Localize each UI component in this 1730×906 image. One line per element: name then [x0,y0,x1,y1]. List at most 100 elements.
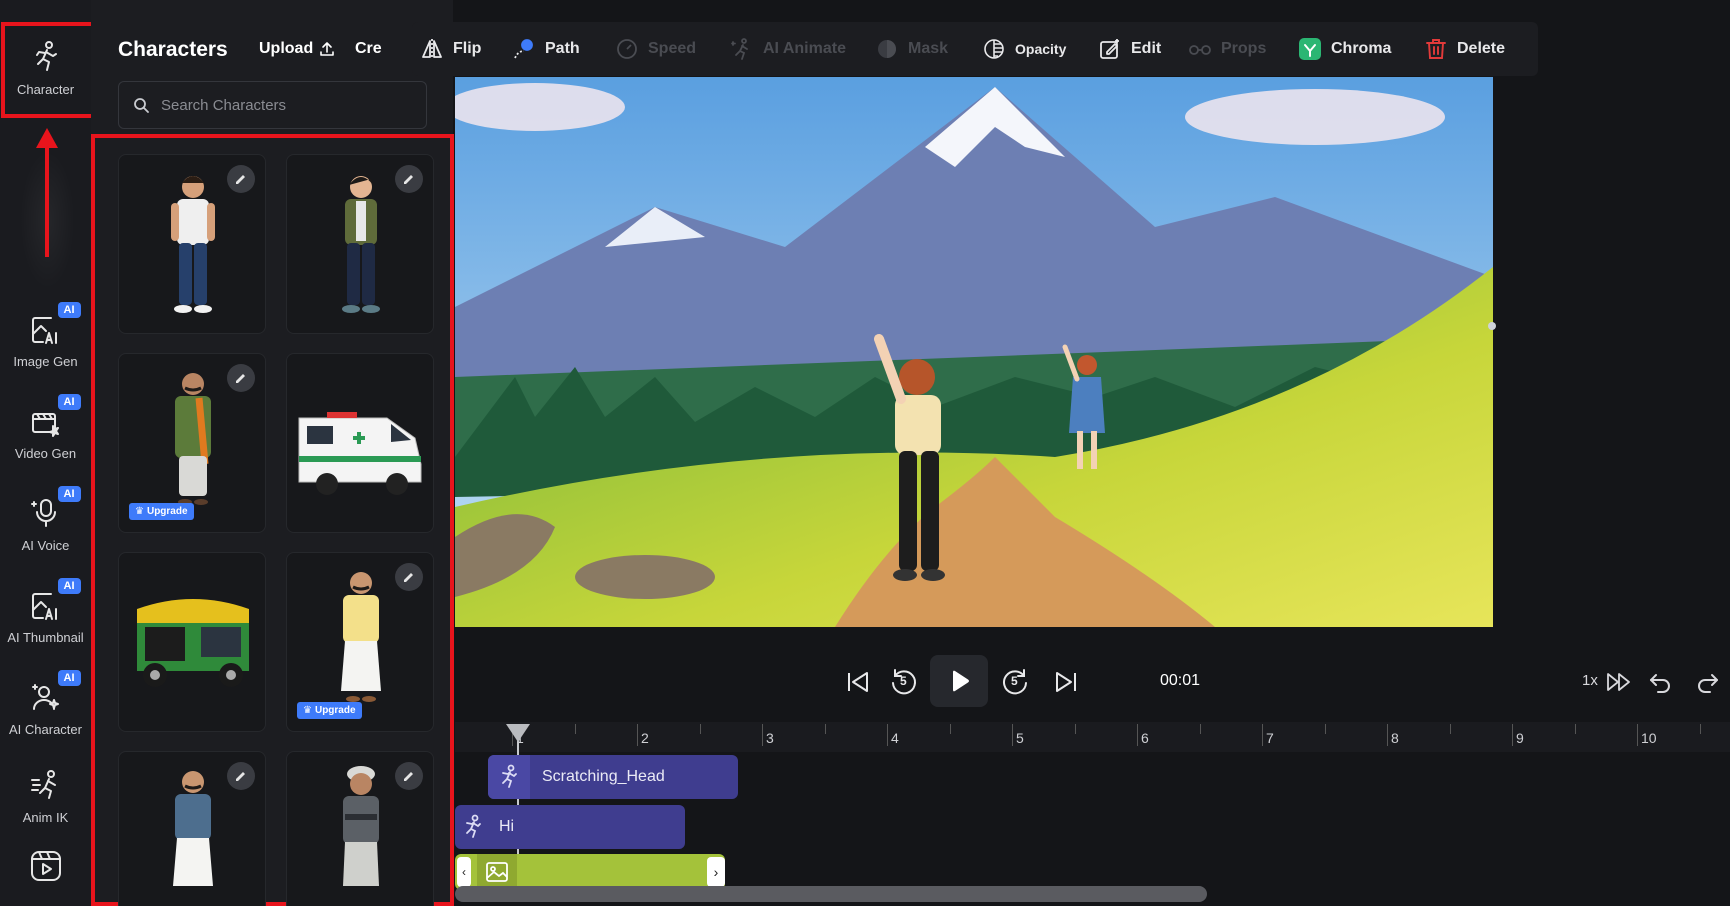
ambulance-thumbnail [298,412,422,495]
ruler-major-tick [1512,724,1513,746]
rail-item-anim-ik[interactable]: Anim IK [0,756,91,836]
timeline-scrollbar[interactable] [455,886,1207,902]
delete-button[interactable]: Delete [1424,22,1505,76]
character-card[interactable]: ♛ Upgrade [286,552,434,732]
timeline-clip-hi[interactable]: Hi [455,805,685,849]
auto-rickshaw-thumbnail [137,599,249,687]
create-button[interactable]: Cre [355,40,385,58]
microphone-icon: AI [29,485,81,530]
ruler-tick-label: 6 [1141,730,1149,746]
ruler-tick-label: 4 [891,730,899,746]
pencil-icon [404,772,413,781]
tool-label: Speed [648,40,697,57]
ai-animate-icon [731,38,748,60]
search-input[interactable] [161,96,411,114]
rail-item-label: Image Gen [13,353,78,369]
undo-button[interactable] [1644,660,1678,704]
playhead[interactable] [506,724,530,742]
ruler-major-tick [1387,724,1388,746]
rail-item-ai-thumbnail[interactable]: AI AI Thumbnail [0,576,91,656]
character-card[interactable] [118,552,266,732]
canvas-resize-handle[interactable] [1488,322,1496,330]
tool-label: Opacity [1015,41,1067,57]
timeline-clip-scratching-head[interactable]: Scratching_Head [488,755,738,799]
character-card[interactable]: ♛ Upgrade [118,353,266,533]
edit-icon [1100,39,1119,59]
rail-item-ai-voice[interactable]: AI AI Voice [0,484,91,564]
forward-button[interactable]: 5 [995,660,1035,704]
crown-icon: ♛ [303,705,312,716]
clip-trim-left-handle[interactable]: ‹ [457,857,471,887]
ai-animate-button[interactable]: AI Animate [730,22,846,76]
mask-button[interactable]: Mask [875,22,948,76]
rail-item-video-reel[interactable] [0,840,91,900]
upload-button[interactable]: Upload [259,40,335,58]
pencil-icon [236,772,245,781]
scene-canvas[interactable] [455,77,1493,627]
opacity-icon [984,39,1004,59]
path-button[interactable]: Path [512,22,580,76]
rail-item-image-gen[interactable]: AI Image Gen [0,300,91,380]
pencil-icon [404,573,413,582]
rail-item-ai-character[interactable]: AI AI Character [0,668,91,748]
playback-speed[interactable]: 1x [1582,672,1598,689]
edit-character-button[interactable] [227,364,255,392]
ai-badge: AI [57,301,81,318]
character-card[interactable] [286,154,434,334]
ruler-major-tick [1137,724,1138,746]
ruler-major-tick [887,724,888,746]
skip-to-start-button[interactable] [838,660,878,704]
play-button[interactable] [930,655,988,707]
chroma-button[interactable]: Chroma [1298,22,1391,76]
pencil-icon [236,374,245,383]
ruler-tick-label: 3 [766,730,774,746]
pencil-icon [404,175,413,184]
ruler-major-tick [1637,724,1638,746]
edit-character-button[interactable] [395,563,423,591]
ruler-tick-label: 9 [1516,730,1524,746]
ruler-minor-tick [1699,724,1701,734]
flip-button[interactable]: Flip [420,22,481,76]
redo-button[interactable] [1690,660,1724,704]
undo-icon [1650,674,1670,693]
speed-button[interactable]: Speed [615,22,696,76]
ai-badge: AI [57,577,81,594]
props-button[interactable]: Props [1188,22,1266,76]
rewind-seconds: 5 [900,674,907,688]
path-icon [514,39,533,59]
tool-label: Props [1221,40,1267,57]
tool-label: Edit [1131,40,1162,57]
edit-character-button[interactable] [395,165,423,193]
ruler-minor-tick [949,724,951,734]
ruler-minor-tick [1199,724,1201,734]
opacity-button[interactable]: Opacity [982,22,1066,76]
rewind-button[interactable]: 5 [884,660,924,704]
character-highlight-box [1,22,95,118]
edit-character-button[interactable] [227,165,255,193]
upgrade-badge[interactable]: ♛ Upgrade [129,503,194,520]
rail-item-video-gen[interactable]: AI Video Gen [0,392,91,472]
character-card[interactable] [286,353,434,533]
ruler-major-tick [1262,724,1263,746]
character-card[interactable] [118,751,266,906]
upgrade-badge[interactable]: ♛ Upgrade [297,702,362,719]
fast-forward-icon [1607,673,1630,691]
edit-character-button[interactable] [227,762,255,790]
ruler-minor-tick [1574,724,1576,734]
forward-seconds: 5 [1011,674,1018,688]
clip-trim-right-handle[interactable]: › [707,857,725,887]
upload-icon [320,42,335,56]
character-card[interactable] [118,154,266,334]
tool-label: Mask [908,40,949,57]
skip-to-end-button[interactable] [1046,660,1086,704]
current-time: 00:01 [1160,672,1201,689]
timeline-clip-background-image[interactable]: ‹ › [455,854,725,890]
ai-badge: AI [57,485,81,502]
character-card[interactable] [286,751,434,906]
edit-button[interactable]: Edit [1098,22,1161,76]
ruler-minor-tick [1324,724,1326,734]
edit-character-button[interactable] [395,762,423,790]
fast-forward-button[interactable] [1602,660,1636,704]
ai-badge: AI [57,393,81,410]
rail-item-label: Anim IK [22,809,69,825]
